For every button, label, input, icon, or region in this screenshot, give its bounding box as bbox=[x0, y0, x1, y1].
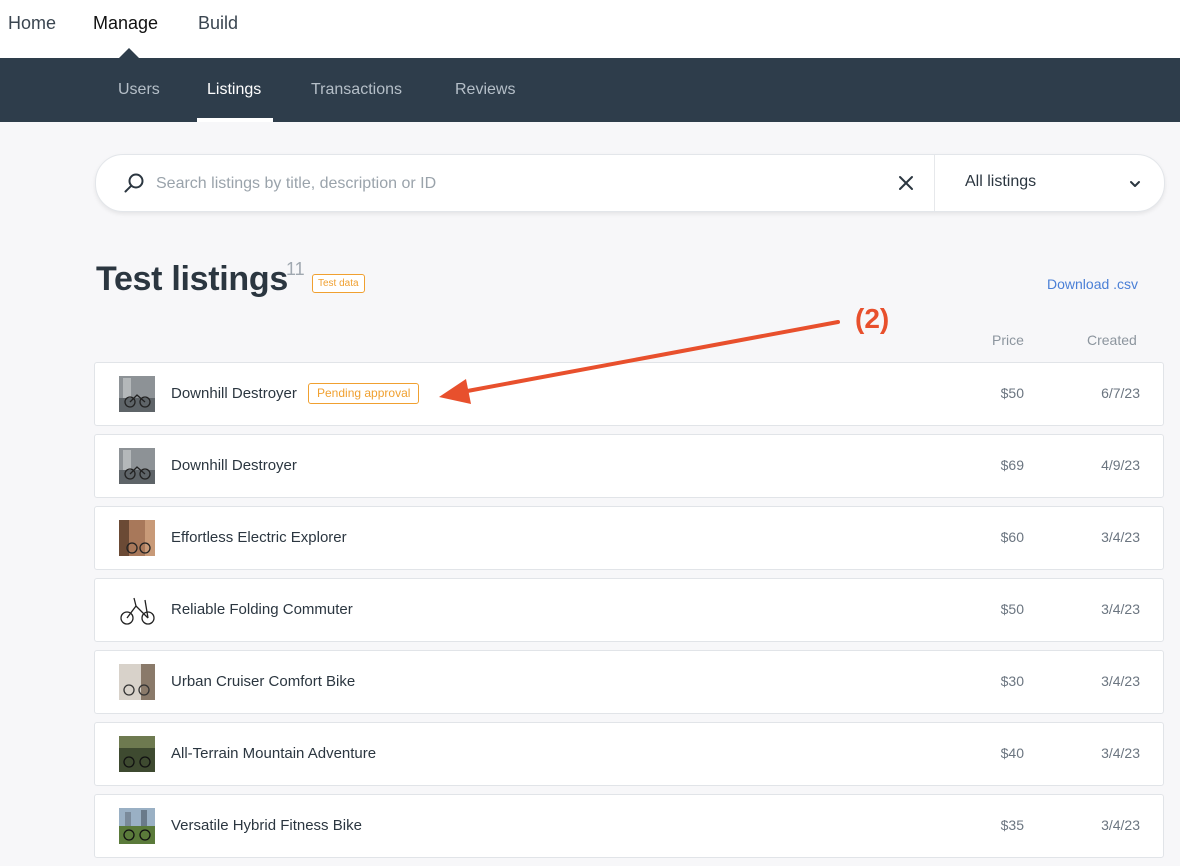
annotation-label: (2) bbox=[855, 303, 890, 334]
listing-title: Downhill Destroyer bbox=[171, 457, 297, 474]
listing-created-date: 3/4/23 bbox=[1101, 601, 1140, 617]
nav-home[interactable]: Home bbox=[8, 12, 56, 34]
listing-thumbnail bbox=[119, 520, 155, 556]
listing-created-date: 6/7/23 bbox=[1101, 385, 1140, 401]
listing-created-date: 3/4/23 bbox=[1101, 529, 1140, 545]
listing-price: $35 bbox=[1000, 817, 1024, 833]
active-tab-underline bbox=[197, 118, 273, 122]
listing-thumbnail bbox=[119, 448, 155, 484]
listing-created-date: 4/9/23 bbox=[1101, 457, 1140, 473]
tab-transactions[interactable]: Transactions bbox=[311, 80, 402, 100]
listing-list: Downhill Destroyer Pending approval $50 … bbox=[94, 362, 1164, 866]
listing-thumbnail bbox=[119, 664, 155, 700]
nav-manage[interactable]: Manage bbox=[93, 12, 158, 34]
listing-created-date: 3/4/23 bbox=[1101, 673, 1140, 689]
filter-selected-value: All listings bbox=[965, 173, 1037, 190]
listing-title: All-Terrain Mountain Adventure bbox=[171, 745, 377, 762]
test-data-badge: Test data bbox=[312, 274, 365, 293]
listing-thumbnail bbox=[119, 376, 155, 412]
listing-row[interactable]: Reliable Folding Commuter $50 3/4/23 bbox=[94, 578, 1164, 642]
listing-price: $40 bbox=[1000, 745, 1024, 761]
nav-build[interactable]: Build bbox=[198, 12, 238, 34]
listing-created-date: 3/4/23 bbox=[1101, 745, 1140, 761]
listing-title: Reliable Folding Commuter bbox=[171, 601, 353, 618]
listing-row[interactable]: Downhill Destroyer Pending approval $50 … bbox=[94, 362, 1164, 426]
clear-icon[interactable] bbox=[895, 172, 917, 194]
listing-thumbnail bbox=[119, 736, 155, 772]
listing-title: Versatile Hybrid Fitness Bike bbox=[171, 817, 362, 834]
listing-filter-select[interactable]: All listings bbox=[935, 155, 1164, 211]
listing-created-date: 3/4/23 bbox=[1101, 817, 1140, 833]
search-icon bbox=[124, 173, 144, 193]
search-input[interactable] bbox=[154, 169, 878, 199]
column-header-created[interactable]: Created bbox=[1087, 332, 1137, 348]
listing-thumbnail bbox=[119, 808, 155, 844]
tab-listings[interactable]: Listings bbox=[207, 80, 261, 100]
listing-row[interactable]: Downhill Destroyer $69 4/9/23 bbox=[94, 434, 1164, 498]
listing-title: Downhill Destroyer bbox=[171, 385, 297, 402]
tab-reviews[interactable]: Reviews bbox=[455, 80, 515, 100]
listing-row[interactable]: Urban Cruiser Comfort Bike $30 3/4/23 bbox=[94, 650, 1164, 714]
tab-users[interactable]: Users bbox=[118, 80, 160, 100]
column-header-price[interactable]: Price bbox=[992, 332, 1024, 348]
listing-price: $50 bbox=[1000, 601, 1024, 617]
chevron-down-icon bbox=[1130, 181, 1140, 187]
listing-title: Urban Cruiser Comfort Bike bbox=[171, 673, 356, 690]
listing-price: $50 bbox=[1000, 385, 1024, 401]
listing-row[interactable]: Versatile Hybrid Fitness Bike $35 3/4/23 bbox=[94, 794, 1164, 858]
sub-nav: Users Listings Transactions Reviews bbox=[0, 58, 1180, 122]
top-nav: Home Manage Build bbox=[0, 0, 1180, 58]
listing-thumbnail bbox=[119, 592, 155, 628]
download-csv-link[interactable]: Download .csv bbox=[1047, 276, 1138, 292]
search-bar: All listings bbox=[95, 154, 1165, 212]
listing-row[interactable]: All-Terrain Mountain Adventure $40 3/4/2… bbox=[94, 722, 1164, 786]
listing-price: $30 bbox=[1000, 673, 1024, 689]
page-title: Test listings bbox=[96, 260, 288, 298]
listing-price: $60 bbox=[1000, 529, 1024, 545]
listing-count: 11 bbox=[286, 259, 305, 279]
status-badge: Pending approval bbox=[308, 383, 420, 404]
active-nav-caret bbox=[119, 48, 139, 58]
listing-row[interactable]: Effortless Electric Explorer $60 3/4/23 bbox=[94, 506, 1164, 570]
listing-title: Effortless Electric Explorer bbox=[171, 529, 347, 546]
listing-price: $69 bbox=[1000, 457, 1024, 473]
